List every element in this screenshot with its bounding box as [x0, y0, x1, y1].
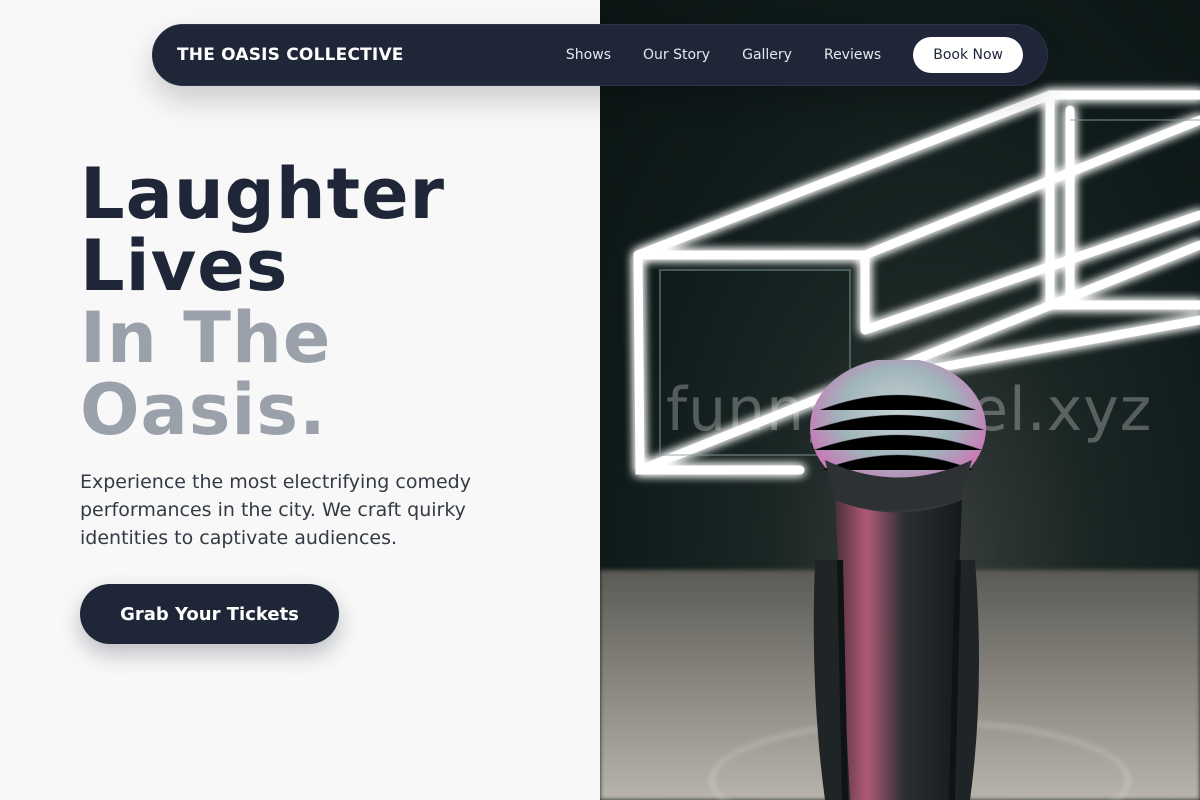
nav-link-our-story[interactable]: Our Story	[643, 47, 710, 63]
nav-links: Shows Our Story Gallery Reviews Book Now	[566, 37, 1023, 73]
microphone-icon	[810, 360, 986, 800]
hero-description: Experience the most electrifying comedy …	[80, 471, 471, 549]
headline-line-4: Oasis.	[80, 369, 327, 451]
headline-line-3: In The	[80, 297, 332, 379]
hero-image: funnysomel.xyz	[600, 0, 1200, 800]
nav-link-shows[interactable]: Shows	[566, 47, 611, 63]
hero-headline: Laughter Lives In The Oasis.	[80, 158, 445, 446]
top-navbar: THE OASIS COLLECTIVE Shows Our Story Gal…	[152, 24, 1048, 86]
nav-link-reviews[interactable]: Reviews	[824, 47, 881, 63]
headline-line-1: Laughter	[80, 153, 446, 235]
headline-line-2: Lives	[80, 225, 289, 307]
book-now-button[interactable]: Book Now	[913, 37, 1023, 73]
grab-tickets-button[interactable]: Grab Your Tickets	[80, 584, 339, 644]
brand-logo[interactable]: THE OASIS COLLECTIVE	[177, 45, 404, 65]
nav-link-gallery[interactable]: Gallery	[742, 47, 792, 63]
